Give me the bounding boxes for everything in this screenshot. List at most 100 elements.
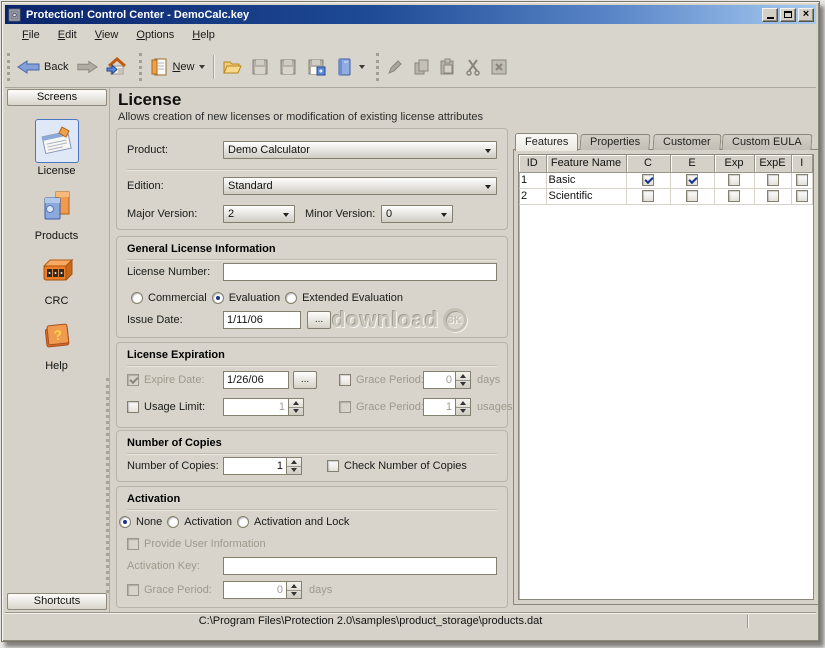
close-button[interactable]: × [798, 8, 814, 22]
sidebar-item-help[interactable]: ? Help [5, 314, 108, 372]
new-button[interactable]: New [145, 54, 209, 80]
usage-limit-stepper[interactable] [289, 398, 304, 416]
new-dropdown-icon[interactable] [199, 65, 205, 69]
paste-button[interactable] [434, 55, 460, 79]
sidebar-item-products[interactable]: Products [5, 184, 108, 242]
save-button[interactable] [246, 54, 274, 80]
feature-expe-checkbox[interactable] [767, 174, 779, 186]
edit-button[interactable] [382, 55, 408, 79]
tab-customer[interactable]: Customer [652, 134, 721, 150]
grace-period-1-checkbox[interactable] [339, 374, 351, 386]
minimize-button[interactable] [762, 8, 778, 22]
grace-period-2-checkbox[interactable] [339, 401, 351, 413]
feature-e-checkbox[interactable] [686, 190, 698, 202]
col-e[interactable]: E [670, 155, 714, 172]
menu-view[interactable]: View [86, 26, 128, 44]
tab-properties[interactable]: Properties [580, 134, 651, 150]
provide-user-info-checkbox[interactable] [127, 538, 139, 550]
col-feature-name[interactable]: Feature Name [546, 155, 626, 172]
feature-c-checkbox[interactable] [642, 174, 654, 186]
expiration-section-title: License Expiration [127, 349, 225, 361]
feature-e-checkbox[interactable] [686, 174, 698, 186]
commercial-radio-label[interactable]: Commercial [148, 292, 207, 304]
grace-period-1-input[interactable] [423, 371, 456, 389]
toolbar-file-group: New [137, 51, 374, 83]
activation-key-input[interactable] [223, 557, 497, 575]
activation-none-radio[interactable] [119, 516, 131, 528]
evaluation-radio-label[interactable]: Evaluation [229, 292, 280, 304]
storage-icon [334, 57, 354, 77]
shortcuts-button[interactable]: Shortcuts [7, 593, 107, 610]
menu-help[interactable]: Help [183, 26, 224, 44]
tab-features[interactable]: Features [515, 133, 578, 151]
tab-custom-eula[interactable]: Custom EULA [722, 134, 813, 150]
copy-button[interactable] [408, 55, 434, 79]
menu-bar: File Edit View Options Help [5, 24, 816, 46]
grace-period-2-input[interactable] [423, 398, 456, 416]
col-expe[interactable]: ExpE [754, 155, 791, 172]
issue-date-browse-button[interactable]: ... [307, 311, 331, 329]
col-c[interactable]: C [626, 155, 670, 172]
feature-exp-checkbox[interactable] [728, 174, 740, 186]
activation-grace-input[interactable] [223, 581, 287, 599]
major-version-combo[interactable]: 2 [223, 205, 295, 223]
feature-exp-checkbox[interactable] [728, 190, 740, 202]
toolbar-edit-group [374, 51, 517, 83]
grace-period-1-stepper[interactable] [456, 371, 471, 389]
col-i[interactable]: I [791, 155, 813, 172]
maximize-button[interactable] [780, 8, 796, 22]
activation-lock-radio[interactable] [237, 516, 249, 528]
save-all-button[interactable] [274, 54, 302, 80]
col-exp[interactable]: Exp [714, 155, 754, 172]
menu-edit[interactable]: Edit [49, 26, 86, 44]
product-combo[interactable]: Demo Calculator [223, 141, 497, 159]
activation-radio[interactable] [167, 516, 179, 528]
activation-grace-checkbox[interactable] [127, 584, 139, 596]
sidebar-item-crc[interactable]: CRC [5, 249, 108, 307]
general-section-title: General License Information [127, 243, 276, 255]
expire-date-input[interactable] [223, 371, 289, 389]
activation-grace-stepper[interactable] [287, 581, 302, 599]
cut-button[interactable] [460, 55, 486, 79]
edition-combo[interactable]: Standard [223, 177, 497, 195]
storage-button[interactable] [330, 54, 369, 80]
usage-limit-input[interactable] [223, 398, 289, 416]
col-id[interactable]: ID [519, 155, 546, 172]
extended-evaluation-radio-label[interactable]: Extended Evaluation [302, 292, 403, 304]
screens-button[interactable]: Screens [7, 89, 107, 106]
delete-button[interactable] [486, 55, 512, 79]
feature-c-checkbox[interactable] [642, 190, 654, 202]
copies-stepper[interactable] [287, 457, 302, 475]
menu-file[interactable]: File [13, 26, 49, 44]
usage-limit-checkbox[interactable] [127, 401, 139, 413]
menu-options[interactable]: Options [127, 26, 183, 44]
activation-lock-label[interactable]: Activation and Lock [254, 516, 349, 528]
commercial-radio[interactable] [131, 292, 143, 304]
activation-label[interactable]: Activation [184, 516, 232, 528]
storage-dropdown-icon[interactable] [359, 65, 365, 69]
copies-input[interactable] [223, 457, 287, 475]
table-row[interactable]: 2 Scientific [519, 188, 813, 204]
feature-expe-checkbox[interactable] [767, 190, 779, 202]
home-button[interactable] [102, 54, 132, 79]
expire-date-checkbox[interactable] [127, 374, 139, 386]
sidebar-item-license[interactable]: License [5, 119, 108, 177]
check-copies-checkbox[interactable] [327, 460, 339, 472]
feature-i-checkbox[interactable] [796, 174, 808, 186]
license-number-input[interactable] [223, 263, 497, 281]
forward-button[interactable] [72, 56, 102, 78]
minor-version-combo[interactable]: 0 [381, 205, 453, 223]
save-as-button[interactable] [302, 54, 330, 80]
extended-evaluation-radio[interactable] [285, 292, 297, 304]
open-icon [222, 57, 242, 77]
expire-date-browse-button[interactable]: ... [293, 371, 317, 389]
issue-date-input[interactable] [223, 311, 301, 329]
back-button[interactable]: Back [13, 56, 72, 78]
evaluation-radio[interactable] [212, 292, 224, 304]
table-row[interactable]: 1 Basic [519, 172, 813, 188]
open-button[interactable] [218, 54, 246, 80]
grace-period-2-stepper[interactable] [456, 398, 471, 416]
feature-i-checkbox[interactable] [796, 190, 808, 202]
activation-none-label[interactable]: None [136, 516, 162, 528]
title-bar[interactable]: Protection! Control Center - DemoCalc.ke… [5, 5, 816, 24]
